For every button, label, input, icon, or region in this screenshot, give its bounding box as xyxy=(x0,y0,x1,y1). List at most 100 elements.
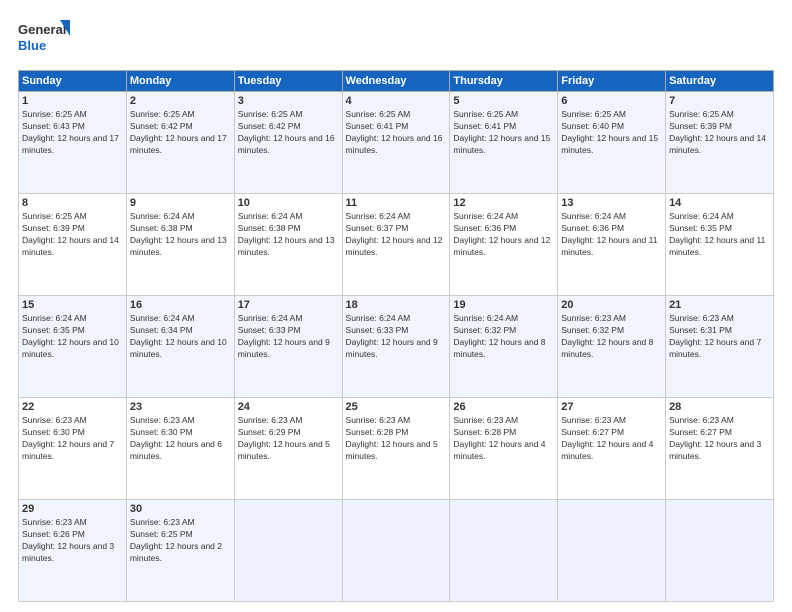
col-header-monday: Monday xyxy=(126,71,234,92)
calendar-cell: 10 Sunrise: 6:24 AMSunset: 6:38 PMDayligh… xyxy=(234,194,342,296)
svg-text:General: General xyxy=(18,22,66,37)
day-number: 15 xyxy=(22,299,123,311)
svg-text:Blue: Blue xyxy=(18,38,46,53)
day-info: Sunrise: 6:23 AMSunset: 6:27 PMDaylight:… xyxy=(669,415,770,463)
day-number: 21 xyxy=(669,299,770,311)
col-header-sunday: Sunday xyxy=(19,71,127,92)
day-number: 23 xyxy=(130,401,231,413)
calendar-cell: 13 Sunrise: 6:24 AMSunset: 6:36 PMDayligh… xyxy=(558,194,666,296)
day-info: Sunrise: 6:24 AMSunset: 6:35 PMDaylight:… xyxy=(22,313,123,361)
day-info: Sunrise: 6:23 AMSunset: 6:32 PMDaylight:… xyxy=(561,313,662,361)
day-number: 20 xyxy=(561,299,662,311)
day-info: Sunrise: 6:23 AMSunset: 6:30 PMDaylight:… xyxy=(130,415,231,463)
day-info: Sunrise: 6:24 AMSunset: 6:37 PMDaylight:… xyxy=(346,211,447,259)
calendar-cell xyxy=(234,500,342,602)
col-header-saturday: Saturday xyxy=(666,71,774,92)
calendar-cell: 15 Sunrise: 6:24 AMSunset: 6:35 PMDayligh… xyxy=(19,296,127,398)
calendar-cell: 27 Sunrise: 6:23 AMSunset: 6:27 PMDayligh… xyxy=(558,398,666,500)
col-header-wednesday: Wednesday xyxy=(342,71,450,92)
calendar-cell xyxy=(342,500,450,602)
day-info: Sunrise: 6:23 AMSunset: 6:30 PMDaylight:… xyxy=(22,415,123,463)
day-info: Sunrise: 6:25 AMSunset: 6:42 PMDaylight:… xyxy=(238,109,339,157)
calendar-cell: 26Sunrise: 6:23 AMSunset: 6:28 PMDayligh… xyxy=(450,398,558,500)
day-number: 9 xyxy=(130,197,231,209)
day-number: 10 xyxy=(238,197,339,209)
day-info: Sunrise: 6:24 AMSunset: 6:38 PMDaylight:… xyxy=(130,211,231,259)
day-info: Sunrise: 6:24 AMSunset: 6:38 PMDaylight:… xyxy=(238,211,339,259)
day-number: 14 xyxy=(669,197,770,209)
calendar-cell: 28 Sunrise: 6:23 AMSunset: 6:27 PMDayligh… xyxy=(666,398,774,500)
calendar-cell: 9 Sunrise: 6:24 AMSunset: 6:38 PMDaylight… xyxy=(126,194,234,296)
day-number: 8 xyxy=(22,197,123,209)
day-number: 1 xyxy=(22,95,123,107)
day-info: Sunrise: 6:23 AMSunset: 6:27 PMDaylight:… xyxy=(561,415,662,463)
calendar-cell: 6 Sunrise: 6:25 AMSunset: 6:40 PMDaylight… xyxy=(558,92,666,194)
calendar-cell: 30 Sunrise: 6:23 AMSunset: 6:25 PMDayligh… xyxy=(126,500,234,602)
day-number: 2 xyxy=(130,95,231,107)
day-number: 11 xyxy=(346,197,447,209)
calendar-cell: 24Sunrise: 6:23 AMSunset: 6:29 PMDayligh… xyxy=(234,398,342,500)
calendar-cell: 4 Sunrise: 6:25 AMSunset: 6:41 PMDaylight… xyxy=(342,92,450,194)
calendar-cell xyxy=(558,500,666,602)
calendar-cell xyxy=(450,500,558,602)
day-number: 28 xyxy=(669,401,770,413)
day-info: Sunrise: 6:25 AMSunset: 6:41 PMDaylight:… xyxy=(346,109,447,157)
day-info: Sunrise: 6:25 AMSunset: 6:40 PMDaylight:… xyxy=(561,109,662,157)
calendar-table: SundayMondayTuesdayWednesdayThursdayFrid… xyxy=(18,70,774,602)
calendar-cell: 12 Sunrise: 6:24 AMSunset: 6:36 PMDayligh… xyxy=(450,194,558,296)
calendar-cell: 19 Sunrise: 6:24 AMSunset: 6:32 PMDayligh… xyxy=(450,296,558,398)
day-number: 5 xyxy=(453,95,554,107)
calendar-cell: 25 Sunrise: 6:23 AMSunset: 6:28 PMDayligh… xyxy=(342,398,450,500)
day-info: Sunrise: 6:25 AMSunset: 6:41 PMDaylight:… xyxy=(453,109,554,157)
day-number: 17 xyxy=(238,299,339,311)
calendar-cell: 21Sunrise: 6:23 AMSunset: 6:31 PMDayligh… xyxy=(666,296,774,398)
calendar-cell xyxy=(666,500,774,602)
day-info: Sunrise: 6:23 AMSunset: 6:28 PMDaylight:… xyxy=(346,415,447,463)
day-number: 25 xyxy=(346,401,447,413)
day-number: 26 xyxy=(453,401,554,413)
calendar-cell: 14Sunrise: 6:24 AMSunset: 6:35 PMDayligh… xyxy=(666,194,774,296)
day-info: Sunrise: 6:23 AMSunset: 6:26 PMDaylight:… xyxy=(22,517,123,565)
calendar-cell: 8 Sunrise: 6:25 AMSunset: 6:39 PMDaylight… xyxy=(19,194,127,296)
day-info: Sunrise: 6:24 AMSunset: 6:36 PMDaylight:… xyxy=(453,211,554,259)
day-info: Sunrise: 6:25 AMSunset: 6:39 PMDaylight:… xyxy=(669,109,770,157)
day-number: 27 xyxy=(561,401,662,413)
day-number: 12 xyxy=(453,197,554,209)
calendar-cell: 2 Sunrise: 6:25 AMSunset: 6:42 PMDaylight… xyxy=(126,92,234,194)
day-info: Sunrise: 6:25 AMSunset: 6:43 PMDaylight:… xyxy=(22,109,123,157)
day-number: 30 xyxy=(130,503,231,515)
day-info: Sunrise: 6:24 AMSunset: 6:32 PMDaylight:… xyxy=(453,313,554,361)
day-info: Sunrise: 6:24 AMSunset: 6:34 PMDaylight:… xyxy=(130,313,231,361)
day-number: 4 xyxy=(346,95,447,107)
calendar-cell: 22 Sunrise: 6:23 AMSunset: 6:30 PMDayligh… xyxy=(19,398,127,500)
calendar-cell: 1 Sunrise: 6:25 AMSunset: 6:43 PMDaylight… xyxy=(19,92,127,194)
day-number: 13 xyxy=(561,197,662,209)
day-info: Sunrise: 6:24 AMSunset: 6:33 PMDaylight:… xyxy=(346,313,447,361)
page: General Blue SundayMondayTuesdayWednesda… xyxy=(0,0,792,612)
calendar-cell: 11 Sunrise: 6:24 AMSunset: 6:37 PMDayligh… xyxy=(342,194,450,296)
day-info: Sunrise: 6:24 AMSunset: 6:33 PMDaylight:… xyxy=(238,313,339,361)
calendar-cell: 23 Sunrise: 6:23 AMSunset: 6:30 PMDayligh… xyxy=(126,398,234,500)
col-header-tuesday: Tuesday xyxy=(234,71,342,92)
day-info: Sunrise: 6:23 AMSunset: 6:25 PMDaylight:… xyxy=(130,517,231,565)
calendar-cell: 7 Sunrise: 6:25 AMSunset: 6:39 PMDaylight… xyxy=(666,92,774,194)
calendar-cell: 20 Sunrise: 6:23 AMSunset: 6:32 PMDayligh… xyxy=(558,296,666,398)
day-number: 19 xyxy=(453,299,554,311)
day-number: 22 xyxy=(22,401,123,413)
logo: General Blue xyxy=(18,18,70,62)
col-header-friday: Friday xyxy=(558,71,666,92)
calendar-cell: 3 Sunrise: 6:25 AMSunset: 6:42 PMDaylight… xyxy=(234,92,342,194)
day-number: 16 xyxy=(130,299,231,311)
day-number: 6 xyxy=(561,95,662,107)
day-info: Sunrise: 6:23 AMSunset: 6:29 PMDaylight:… xyxy=(238,415,339,463)
day-number: 18 xyxy=(346,299,447,311)
day-info: Sunrise: 6:25 AMSunset: 6:39 PMDaylight:… xyxy=(22,211,123,259)
calendar-cell: 5 Sunrise: 6:25 AMSunset: 6:41 PMDaylight… xyxy=(450,92,558,194)
col-header-thursday: Thursday xyxy=(450,71,558,92)
day-info: Sunrise: 6:24 AMSunset: 6:36 PMDaylight:… xyxy=(561,211,662,259)
day-number: 3 xyxy=(238,95,339,107)
day-info: Sunrise: 6:25 AMSunset: 6:42 PMDaylight:… xyxy=(130,109,231,157)
day-number: 29 xyxy=(22,503,123,515)
header: General Blue xyxy=(18,18,774,62)
day-number: 7 xyxy=(669,95,770,107)
